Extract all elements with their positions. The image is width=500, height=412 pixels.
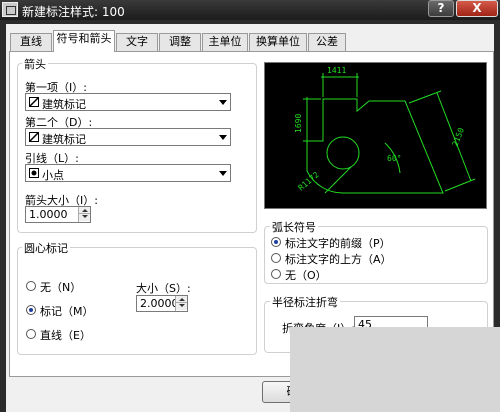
center-mark-mark-label[interactable]: 标记（M）	[40, 303, 94, 319]
chevron-down-icon[interactable]	[219, 171, 227, 176]
arc-prefix-radio[interactable]	[271, 237, 281, 247]
dimension-preview-drawing: 1411 1690 2150 60° R1172	[294, 66, 476, 194]
spinner-buttons	[175, 296, 187, 311]
arrow-size-value: 1.0000	[29, 208, 68, 221]
tab-fit[interactable]: 调整	[159, 33, 201, 51]
close-button[interactable]: X	[456, 0, 498, 17]
tab-alternate-units[interactable]: 换算单位	[249, 33, 307, 51]
arrow-style-icon	[29, 97, 39, 107]
first-arrow-value: 建筑标记	[42, 98, 86, 111]
arrow-style-icon	[29, 132, 39, 142]
chevron-down-icon[interactable]	[219, 100, 227, 105]
preview-panel: 1411 1690 2150 60° R1172	[264, 62, 487, 209]
arc-none-label[interactable]: 无（O）	[285, 267, 327, 283]
app-icon	[2, 2, 18, 17]
arc-length-group-title: 弧长符号	[270, 219, 318, 235]
center-marks-group-title: 圆心标记	[22, 240, 70, 256]
preview-dim-right: 2150	[451, 126, 467, 147]
center-mark-size-value: 2.0000	[140, 297, 179, 310]
spin-up-icon[interactable]	[79, 207, 90, 214]
center-mark-size-spinner[interactable]: 2.0000	[136, 295, 188, 312]
radius-jog-group-title: 半径标注折弯	[270, 294, 340, 310]
occluding-overlay	[290, 327, 500, 412]
dot-arrow-icon	[29, 168, 39, 178]
center-mark-none-radio[interactable]	[26, 281, 36, 291]
arc-above-radio[interactable]	[271, 253, 281, 263]
arrow-size-spinner[interactable]: 1.0000	[25, 206, 91, 223]
leader-arrow-value: 小点	[42, 169, 64, 182]
arrowheads-group-title: 箭头	[22, 56, 48, 72]
tab-text[interactable]: 文字	[116, 33, 158, 51]
second-arrow-value: 建筑标记	[42, 133, 86, 146]
title-bar[interactable]: 新建标注样式: 100 ? X	[0, 0, 500, 20]
center-mark-mark-radio[interactable]	[26, 305, 36, 315]
spinner-buttons	[78, 207, 90, 222]
preview-dim-top: 1411	[327, 66, 346, 75]
leader-arrow-select[interactable]: 小点	[25, 164, 231, 182]
chevron-down-icon[interactable]	[219, 135, 227, 140]
center-mark-line-label[interactable]: 直线（E）	[40, 327, 91, 343]
preview-dim-angle: 60°	[387, 154, 401, 163]
help-button[interactable]: ?	[428, 0, 454, 17]
spin-down-icon[interactable]	[176, 303, 187, 310]
tab-primary-units[interactable]: 主单位	[202, 33, 248, 51]
tab-lines[interactable]: 直线	[10, 33, 52, 51]
center-mark-line-radio[interactable]	[26, 329, 36, 339]
arc-above-label[interactable]: 标注文字的上方（A）	[285, 251, 392, 267]
arc-prefix-label[interactable]: 标注文字的前缀（P）	[285, 235, 391, 251]
preview-dim-left: 1690	[294, 114, 303, 133]
spin-down-icon[interactable]	[79, 214, 90, 221]
arc-none-radio[interactable]	[271, 269, 281, 279]
tab-symbols-arrows[interactable]: 符号和箭头	[53, 30, 115, 52]
center-mark-none-label[interactable]: 无（N）	[40, 279, 81, 295]
center-mark-size-label: 大小（S）:	[136, 282, 191, 295]
spin-up-icon[interactable]	[176, 296, 187, 303]
tab-tolerances[interactable]: 公差	[308, 33, 346, 51]
second-arrow-select[interactable]: 建筑标记	[25, 128, 231, 146]
first-arrow-select[interactable]: 建筑标记	[25, 93, 231, 111]
window-title: 新建标注样式: 100	[22, 5, 125, 19]
